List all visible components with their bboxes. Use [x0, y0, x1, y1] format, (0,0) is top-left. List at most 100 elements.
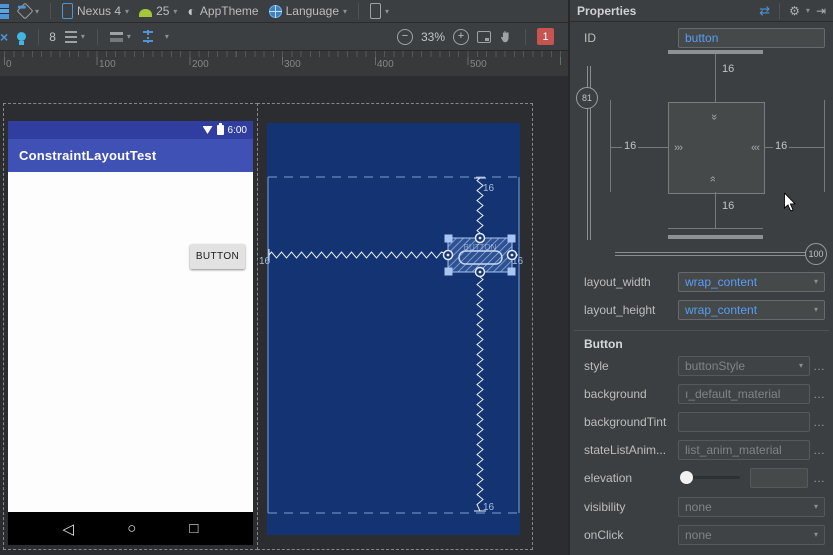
state-list-anim-label: stateListAnim...	[584, 442, 667, 457]
theme-label: AppTheme	[199, 4, 259, 18]
zoom-to-fit-icon[interactable]	[477, 30, 491, 43]
pack-icon	[64, 30, 77, 43]
blueprint-margin-left: 16	[259, 256, 271, 267]
align-icon	[109, 31, 123, 42]
style-dropdown[interactable]: buttonStyle ▾	[678, 355, 810, 376]
wrap-width-left-icon[interactable]: ›››	[674, 143, 683, 154]
onclick-dropdown[interactable]: none ▾	[678, 524, 825, 545]
orientation-button[interactable]: ▾	[16, 2, 41, 20]
widget-margin-right[interactable]: 16	[773, 140, 790, 152]
style-more-button[interactable]: …	[813, 359, 826, 373]
default-margin-button[interactable]: 8	[49, 30, 56, 44]
layout-content[interactable]: BUTTON	[8, 172, 253, 512]
switch-view-icon[interactable]: ⇄	[759, 3, 770, 19]
background-tint-field[interactable]	[678, 411, 810, 432]
design-canvas[interactable]: 6:00 ConstraintLayoutTest BUTTON ◁ ○ □ 1…	[0, 76, 568, 555]
theme-icon: ◐	[187, 3, 196, 19]
layout-height-dropdown[interactable]: wrap_content ▾	[678, 299, 825, 320]
resize-handle-se[interactable]	[507, 267, 516, 276]
widget-margin-top[interactable]: 16	[720, 63, 737, 75]
background-label: background	[584, 386, 647, 401]
palette-icon[interactable]	[0, 3, 9, 19]
android-icon	[139, 9, 153, 17]
wrap-height-bottom-icon[interactable]: ››	[707, 177, 719, 182]
design-button-widget[interactable]: BUTTON	[190, 244, 245, 269]
design-toolbar: × 8 ▾ ▾ ▾ − 33% + 1	[0, 23, 568, 51]
zoom-in-button[interactable]: +	[453, 28, 469, 45]
nav-recents-icon[interactable]: □	[189, 520, 198, 537]
widget-body[interactable]: ››› ‹‹‹ ›› ››	[668, 102, 765, 194]
state-list-anim-more-button[interactable]: …	[813, 443, 826, 457]
guideline-icon	[142, 30, 161, 43]
resize-handle-nw[interactable]	[444, 234, 453, 243]
horizontal-bias-slider[interactable]	[615, 252, 813, 256]
blueprint-margin-top: 16	[483, 183, 495, 194]
background-more-button[interactable]: …	[813, 387, 826, 401]
resize-handle-sw[interactable]	[444, 267, 453, 276]
globe-icon	[268, 4, 282, 18]
properties-title: Properties	[577, 3, 637, 18]
status-time: 6:00	[227, 124, 247, 136]
vertical-bias-value[interactable]: 81	[576, 87, 598, 109]
nav-home-icon[interactable]: ○	[127, 520, 136, 537]
properties-panel: Properties ⇄ ⚙ ▾ ⇥ ID 16 16 16	[568, 0, 833, 555]
theme-selector[interactable]: ◐ AppTheme	[185, 4, 260, 18]
api-selector[interactable]: 25 ▾	[137, 4, 179, 18]
wrap-height-top-icon[interactable]: ››	[708, 114, 720, 119]
config-toolbar: ▾ Nexus 4 ▾ 25 ▾ ◐ AppTheme Language ▾ ▾	[0, 0, 568, 23]
blueprint-margin-bottom: 16	[483, 502, 495, 513]
hide-panel-icon[interactable]: ⇥	[816, 4, 826, 18]
layout-width-label: layout_width	[584, 274, 651, 289]
android-studio-layout-editor: ▾ Nexus 4 ▾ 25 ▾ ◐ AppTheme Language ▾ ▾…	[0, 0, 833, 555]
elevation-field[interactable]	[750, 467, 808, 488]
rotate-device-icon	[16, 2, 34, 20]
wifi-icon	[202, 126, 213, 134]
section-title: Button	[584, 337, 623, 351]
status-bar: 6:00	[8, 121, 253, 139]
widget-margin-left[interactable]: 16	[622, 140, 639, 152]
horizontal-bias-value[interactable]: 100	[805, 243, 827, 265]
resize-handle-ne[interactable]	[507, 234, 516, 243]
device-label: Nexus 4	[77, 4, 122, 18]
target-device-selector[interactable]: ▾	[368, 3, 391, 19]
api-level-label: 25	[156, 4, 170, 18]
pan-icon[interactable]	[499, 29, 514, 44]
visibility-dropdown[interactable]: none ▾	[678, 496, 825, 517]
layout-width-dropdown[interactable]: wrap_content ▾	[678, 271, 825, 292]
phone-icon	[370, 3, 382, 19]
state-list-anim-field[interactable]: list_anim_material	[678, 439, 810, 460]
navigation-bar: ◁ ○ □	[8, 512, 253, 545]
background-tint-more-button[interactable]: …	[813, 415, 826, 429]
phone-icon	[62, 3, 74, 19]
pack-button[interactable]: ▾	[63, 30, 87, 43]
gear-icon[interactable]: ⚙	[789, 4, 800, 18]
onclick-label: onClick	[584, 527, 624, 542]
infer-constraints-icon[interactable]	[17, 32, 27, 45]
blueprint-view[interactable]: 16 16 16 16 BUTTON	[259, 123, 524, 535]
error-count-badge[interactable]: 1	[537, 28, 554, 45]
locale-selector[interactable]: Language ▾	[267, 4, 349, 18]
layout-height-label: layout_height	[584, 302, 656, 317]
elevation-more-button[interactable]: …	[813, 471, 826, 485]
zoom-out-button[interactable]: −	[396, 28, 413, 45]
clear-constraints-icon[interactable]: ×	[0, 30, 8, 44]
parent-left-edge	[610, 100, 611, 192]
elevation-slider[interactable]	[680, 471, 740, 484]
align-button[interactable]: ▾	[108, 31, 133, 42]
properties-header: Properties ⇄ ⚙ ▾ ⇥	[570, 0, 833, 22]
design-device-screen[interactable]: 6:00 ConstraintLayoutTest BUTTON ◁ ○ □	[8, 121, 253, 545]
zoom-level: 33%	[420, 29, 445, 44]
device-selector[interactable]: Nexus 4 ▾	[60, 3, 131, 19]
guidelines-button[interactable]: ▾	[140, 30, 171, 43]
style-label: style	[584, 358, 609, 373]
wrap-width-right-icon[interactable]: ‹‹‹	[751, 143, 760, 154]
nav-back-icon[interactable]: ◁	[63, 520, 75, 538]
blueprint-button-widget[interactable]: BUTTON	[442, 232, 518, 278]
elevation-slider-knob[interactable]	[680, 471, 693, 484]
background-field[interactable]: ı_default_material	[678, 383, 810, 404]
elevation-label: elevation	[584, 470, 633, 485]
language-label: Language	[285, 4, 339, 18]
parent-bottom-edge	[668, 235, 763, 239]
battery-icon	[216, 123, 224, 135]
widget-margin-bottom[interactable]: 16	[720, 200, 737, 212]
